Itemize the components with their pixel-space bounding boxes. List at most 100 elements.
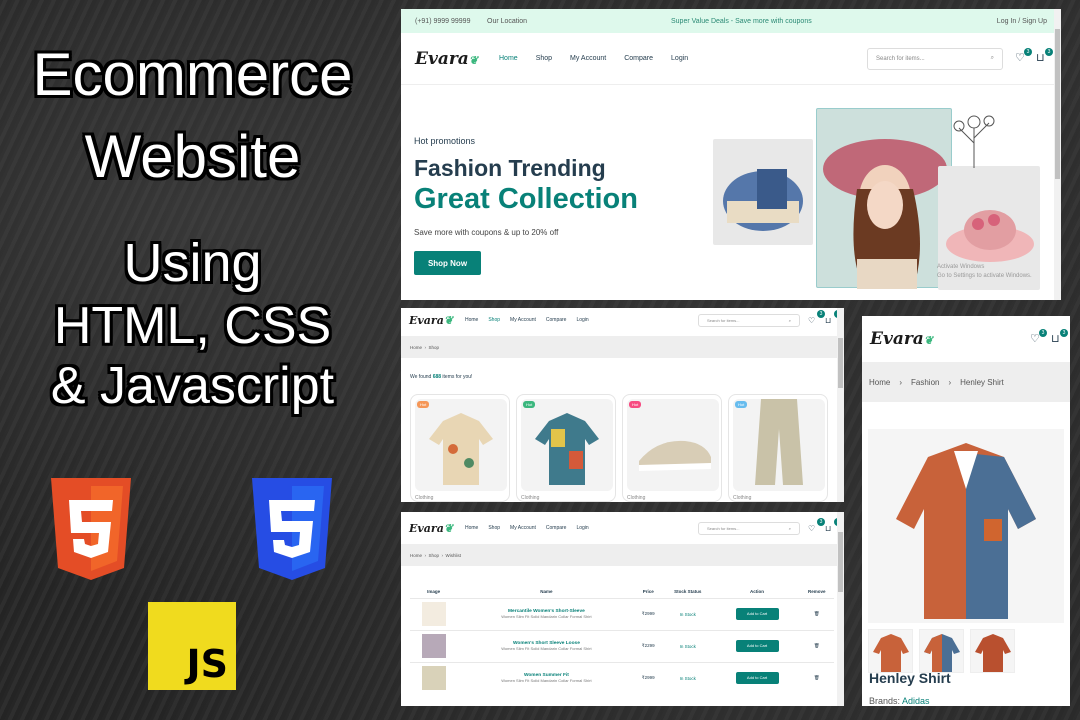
cart-icon[interactable]: ⊔3 (1036, 48, 1053, 64)
product-thumbnail[interactable] (868, 629, 913, 673)
breadcrumb: Home › Shop › Wishlist (401, 544, 844, 566)
nav-shop[interactable]: Shop (536, 55, 552, 62)
product-card[interactable]: Hot Clothing (516, 394, 616, 502)
header: Evara❦ Home Shop My Account Compare Logi… (401, 33, 1061, 85)
trash-icon[interactable]: 🗑 (799, 661, 834, 694)
cart-icon[interactable]: ⊔3 (825, 309, 842, 326)
brand-link[interactable]: Adidas (902, 696, 930, 706)
scrollbar[interactable] (837, 512, 844, 706)
scrollbar[interactable] (837, 308, 844, 502)
breadcrumb: Home › Shop (401, 336, 844, 358)
row-stock: In Stock (660, 597, 715, 630)
add-to-cart-button[interactable]: Add to Cart (735, 640, 779, 652)
crumb-shop[interactable]: Shop (429, 345, 440, 350)
heart-icon[interactable]: ♡ 3 (808, 309, 825, 326)
row-stock: In Stock (660, 661, 715, 694)
cart-icon[interactable]: ⊔3 (1051, 328, 1068, 345)
product-thumbnail[interactable] (919, 629, 964, 673)
add-to-cart-button[interactable]: Add to Cart (735, 608, 779, 620)
nav-my-account[interactable]: My Account (570, 55, 606, 62)
hat-image-cap (713, 139, 813, 245)
add-to-cart-button[interactable]: Add to Cart (735, 672, 779, 685)
search-placeholder: Search for items... (707, 317, 740, 323)
row-desc: Women Slim Fit Solid Mandarin Collar For… (501, 645, 592, 651)
site-logo[interactable]: Evara❦ (870, 329, 933, 349)
heart-icon[interactable]: ♡ 3 (808, 517, 825, 534)
crumb-wishlist[interactable]: Wishlist (446, 553, 462, 558)
nav-home[interactable]: Home (465, 317, 478, 323)
nav-compare[interactable]: Compare (624, 55, 653, 62)
product-tag: Hot (735, 401, 748, 408)
site-logo[interactable]: Evara❦ (409, 314, 465, 327)
nav-login[interactable]: Login (671, 55, 688, 62)
row-image-cell (410, 629, 458, 662)
crumb-shop[interactable]: Shop (429, 553, 440, 558)
wishlist-badge: 3 (1024, 48, 1032, 56)
html5-logo (51, 478, 131, 580)
search-icon[interactable]: ⌕ (789, 318, 791, 323)
product-card[interactable]: Hot Clothing (622, 394, 722, 502)
nav-compare[interactable]: Compare (546, 525, 567, 531)
row-image[interactable] (421, 602, 446, 626)
search-input[interactable]: Search for items... ⌕ (698, 521, 800, 535)
brand-text: Evara (870, 329, 924, 349)
site-logo[interactable]: Evara❦ (415, 49, 499, 69)
scrollbar-thumb[interactable] (1055, 29, 1060, 179)
scrollbar[interactable] (1054, 9, 1061, 300)
crumb-home[interactable]: Home (410, 345, 422, 350)
search-icon[interactable]: ⌕ (991, 55, 994, 62)
heart-icon[interactable]: ♡ 3 (1030, 328, 1047, 345)
site-logo[interactable]: Evara❦ (409, 522, 465, 535)
search-input[interactable]: Search for items... ⌕ (867, 47, 1003, 70)
brand-label: Brands: (869, 696, 903, 706)
search-input[interactable]: Search for items... ⌕ (698, 313, 800, 327)
nav-login[interactable]: Login (576, 317, 588, 323)
product-main-image[interactable] (868, 429, 1064, 623)
scrollbar-thumb[interactable] (838, 338, 843, 388)
scrollbar-thumb[interactable] (838, 532, 843, 592)
product-image[interactable] (733, 399, 825, 491)
nav-my-account[interactable]: My Account (510, 317, 536, 323)
topbar-location[interactable]: Our Location (487, 18, 671, 25)
product-card[interactable]: Hot Clothing (410, 394, 510, 502)
col-name: Name (540, 589, 553, 595)
row-image[interactable] (421, 666, 446, 691)
row-desc: Women Slim Fit Solid Mandarin Collar For… (501, 677, 592, 683)
nav-home[interactable]: Home (465, 525, 478, 531)
topbar-login-link[interactable]: Log In / Sign Up (997, 18, 1047, 25)
css3-logo (252, 478, 332, 580)
breadcrumb: Home › Fashion › Henley Shirt (862, 362, 1070, 402)
product-card[interactable]: Hot Clothing (728, 394, 828, 502)
trash-icon[interactable]: 🗑 (799, 597, 834, 630)
nav-home[interactable]: Home (499, 55, 518, 62)
cart-badge: 3 (1060, 328, 1068, 337)
row-image-cell (410, 597, 458, 630)
nav-compare[interactable]: Compare (546, 317, 567, 323)
cart-icon[interactable]: ⊔3 (825, 517, 842, 534)
header-icons: ♡3 ⊔3 (808, 517, 842, 534)
row-action-cell: Add to Cart (714, 661, 800, 694)
product-image[interactable] (521, 399, 613, 491)
product-category: Clothing (733, 495, 752, 501)
nav-shop[interactable]: Shop (488, 317, 500, 323)
header-icons: ♡3 ⊔3 (1030, 328, 1068, 345)
row-action-cell: Add to Cart (714, 597, 800, 630)
search-icon[interactable]: ⌕ (789, 526, 791, 531)
crumb-fashion[interactable]: Fashion (911, 378, 939, 387)
shop-now-button[interactable]: Shop Now (414, 251, 481, 275)
nav-login[interactable]: Login (576, 525, 588, 531)
nav-my-account[interactable]: My Account (510, 525, 536, 531)
product-image[interactable] (415, 399, 507, 491)
row-image[interactable] (421, 634, 446, 658)
row-desc: Women Slim Fit Solid Mandarin Collar For… (501, 613, 592, 619)
crumb-home[interactable]: Home (869, 378, 890, 387)
crumb-product: Henley Shirt (960, 377, 1004, 387)
product-thumbnail[interactable] (970, 629, 1015, 673)
product-title: Henley Shirt (869, 670, 951, 686)
heart-icon[interactable]: ♡ 3 (1015, 48, 1032, 64)
trash-icon[interactable]: 🗑 (799, 629, 834, 662)
nav-shop[interactable]: Shop (488, 525, 500, 531)
title-website: Website (84, 123, 301, 190)
product-image[interactable] (627, 399, 719, 491)
crumb-home[interactable]: Home (410, 553, 422, 558)
